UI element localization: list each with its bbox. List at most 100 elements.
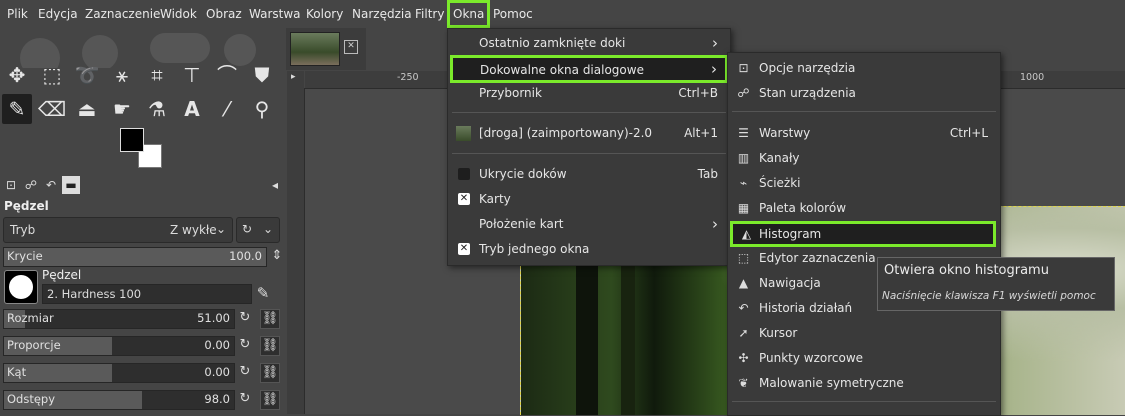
stepper-icon[interactable]: ⇕ (268, 247, 286, 265)
undo-tab-icon[interactable]: ↶ (42, 176, 60, 194)
menu-okna[interactable]: Okna (447, 0, 491, 28)
brush-name-field[interactable]: 2. Hardness 100 (42, 284, 252, 304)
device-status-icon: ☍ (737, 86, 750, 100)
dockable-dialogs-submenu: ⊡ Opcje narzędzia ☍ Stan urządzenia ☰ Warst… (727, 52, 1001, 416)
undo-history-icon: ↶ (738, 301, 749, 315)
image-window-item[interactable]: [droga] (zaimportowany)-2.0 Alt+1 (448, 121, 730, 146)
opacity-label: Krycie (7, 249, 43, 263)
mode-label: Tryb (10, 223, 36, 237)
menu-zaznaczenie[interactable]: Zaznaczenie (85, 0, 160, 28)
tool-options-tab-icon[interactable]: ⊡ (2, 176, 20, 194)
image-thumb-icon (456, 126, 471, 141)
device-status-tab-icon[interactable]: ☍ (22, 176, 40, 194)
tool-options-item[interactable]: ⊡ Opcje narzędzia (728, 56, 1000, 81)
bucket-fill-icon[interactable]: ⛊ (247, 60, 277, 90)
rect-select-icon[interactable]: ⬚ (37, 60, 67, 90)
layers-icon: ☰ (738, 126, 749, 140)
brush-preview[interactable] (4, 270, 38, 304)
edit-brush-icon[interactable]: ✎ (254, 284, 272, 302)
slider-2[interactable]: Kąt 0.00 (3, 363, 235, 383)
reset-icon[interactable]: ↻ (236, 363, 254, 381)
link-icon[interactable]: ⛓ (260, 390, 280, 410)
device-status-item[interactable]: ☍ Stan urządzenia (728, 81, 1000, 106)
histogram-item[interactable]: ◭ Histogram (730, 221, 996, 247)
chevron-right-icon: › (711, 60, 717, 78)
color-swatches[interactable] (120, 128, 164, 172)
slider-0[interactable]: Rozmiar 51.00 (3, 309, 235, 329)
fuzzy-select-icon[interactable]: ⚹ (107, 60, 137, 90)
chevron-right-icon: › (712, 34, 718, 52)
menu-pomoc[interactable]: Pomoc (493, 0, 533, 28)
tooltip-title: Otwiera okno histogramu (884, 263, 1049, 278)
close-icon[interactable]: ✕ (344, 40, 358, 54)
slider-label: Kąt (7, 365, 27, 379)
dock-menu-icon[interactable]: ◂ (266, 176, 284, 194)
slider-label: Proporcje (7, 338, 61, 352)
crop-icon[interactable]: ⌗ (142, 60, 172, 90)
link-icon[interactable]: ⛓ (260, 363, 280, 383)
smudge-icon[interactable]: ☛ (107, 94, 137, 124)
link-icon[interactable]: ⛓ (260, 336, 280, 356)
mode-value: Z wykłe (170, 223, 217, 237)
menu-obraz[interactable]: Obraz (206, 0, 242, 28)
move-icon[interactable]: ✥ (2, 60, 32, 90)
ruler-corner[interactable]: ▸ (287, 71, 304, 88)
image-thumbnail[interactable] (290, 32, 340, 66)
menu-edycja[interactable]: Edycja (38, 0, 78, 28)
hide-docks-item[interactable]: Ukrycie doków Tab (448, 162, 730, 187)
paintbrush-icon[interactable]: ✎ (2, 94, 32, 124)
slider-1[interactable]: Proporcje 0.00 (3, 336, 235, 356)
dock-tabs: ⊡ ☍ ↶ ▬ ◂ (0, 176, 284, 196)
toolbox-item[interactable]: Przybornik Ctrl+B (448, 81, 730, 106)
lasso-icon[interactable]: ➰ (72, 60, 102, 90)
reset-icon[interactable]: ↻ (236, 336, 254, 354)
tab-position-item[interactable]: Położenie kart › (448, 212, 730, 237)
menu-narzedzia[interactable]: Narzędzia (352, 0, 412, 28)
slider-label: Rozmiar (7, 311, 54, 325)
menu-warstwa[interactable]: Warstwa (249, 0, 301, 28)
eraser-icon[interactable]: ⌫ (37, 94, 67, 124)
mode-combo[interactable]: Tryb Z wykłe ⌄ (3, 217, 233, 243)
palette-item[interactable]: ▦ Paleta kolorów (728, 196, 1000, 221)
windows-menu: Ostatnio zamknięte doki › Dokowalne okna … (447, 28, 731, 266)
color-picker-icon[interactable]: ⁄ (212, 94, 242, 124)
sample-points-icon: ✣ (738, 351, 749, 365)
menu-plik[interactable]: Plik (7, 0, 28, 28)
dockable-dialogs-item[interactable]: Dokowalne okna dialogowe › (450, 55, 728, 83)
slider-3[interactable]: Odstępy 98.0 (3, 390, 235, 410)
foreground-color[interactable] (120, 128, 144, 152)
menu-widok[interactable]: Widok (160, 0, 197, 28)
menu-filtry[interactable]: Filtry (415, 0, 444, 28)
mode-reset-combo[interactable]: ↻ ⌄ (236, 217, 280, 243)
paths-item[interactable]: ⌁ Ścieżki (728, 171, 1000, 196)
opacity-slider[interactable]: Krycie 100.0 (3, 247, 267, 267)
reset-icon[interactable]: ↻ (236, 390, 254, 408)
symmetry-item[interactable]: ❦ Malowanie symetryczne (728, 371, 1000, 396)
clone-icon[interactable]: ⏏ (72, 94, 102, 124)
reset-icon[interactable]: ↻ (236, 309, 254, 327)
chevron-right-icon: › (712, 215, 718, 233)
reset-icon: ↻ (242, 222, 253, 236)
pointer-item[interactable]: ➚ Kursor (728, 321, 1000, 346)
image-tab[interactable]: ✕ (286, 28, 366, 70)
zoom-icon[interactable]: ⚲ (247, 94, 277, 124)
slider-value: 0.00 (204, 365, 230, 379)
menu-kolory[interactable]: Kolory (306, 0, 343, 28)
symmetry-icon: ❦ (738, 376, 749, 390)
tabs-item[interactable]: ✕ Karty (448, 187, 730, 212)
ruler-label-left: -250 (397, 72, 419, 83)
recently-closed-docks-item[interactable]: Ostatnio zamknięte doki › (448, 31, 730, 56)
warp-icon[interactable]: ⌒ (212, 60, 242, 90)
selection-editor-icon: ⬚ (737, 251, 750, 265)
transform-icon[interactable]: ⊤ (177, 60, 207, 90)
link-icon[interactable]: ⛓ (260, 309, 280, 329)
text-icon[interactable]: A (177, 94, 207, 124)
airbrush-icon[interactable]: ⚗ (142, 94, 172, 124)
sample-points-item[interactable]: ✣ Punkty wzorcowe (728, 346, 1000, 371)
layers-item[interactable]: ☰ Warstwy Ctrl+L (728, 121, 1000, 146)
channels-icon: ▥ (737, 151, 750, 165)
channels-item[interactable]: ▥ Kanały (728, 146, 1000, 171)
single-window-mode-item[interactable]: ✕ Tryb jednego okna (448, 237, 730, 262)
images-tab-icon[interactable]: ▬ (62, 176, 80, 194)
slider-value: 0.00 (204, 338, 230, 352)
